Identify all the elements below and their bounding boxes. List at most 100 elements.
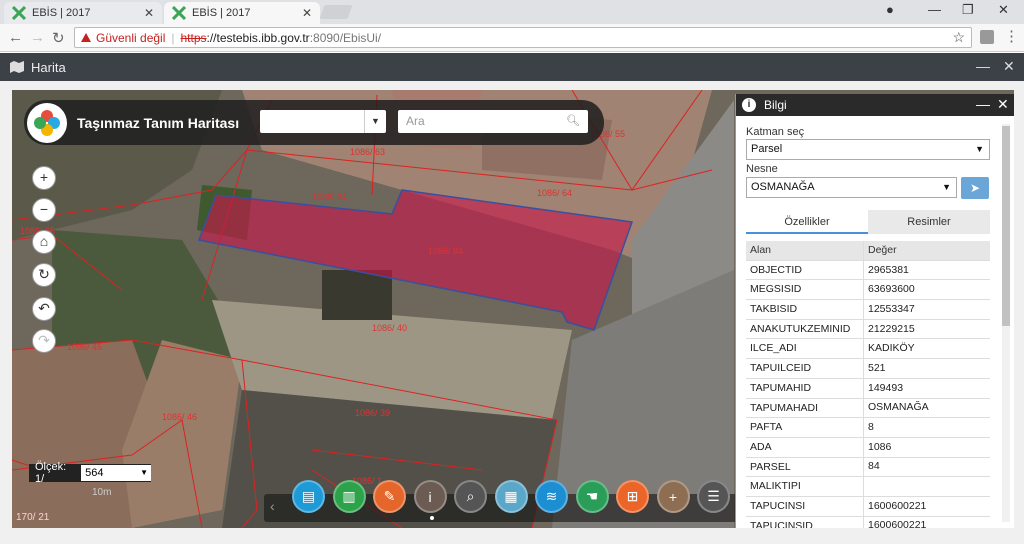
map-tool-button[interactable]: ▦ <box>494 480 528 513</box>
security-warning[interactable]: Güvenli değil <box>81 31 165 45</box>
dock-prev-icon[interactable]: ‹ <box>270 498 275 514</box>
undo-icon: ↶ <box>38 300 50 316</box>
redo-button[interactable]: ↷ <box>32 329 56 353</box>
browser-tab-1[interactable]: EBİS | 2017 ✕ <box>4 2 162 24</box>
layer-dropdown[interactable]: ▼ <box>260 110 386 133</box>
zoom-in-button[interactable]: + <box>32 166 56 190</box>
scale-value: 564 <box>85 467 104 479</box>
scrollbar-thumb[interactable] <box>1002 126 1010 326</box>
table-row: TAKBISID 12553347 <box>746 300 990 320</box>
object-select-label: Nesne <box>746 163 778 175</box>
extension-icon[interactable] <box>980 30 994 44</box>
search-icon[interactable]: 🔍︎ <box>566 110 580 133</box>
table-header: Alan Değer <box>746 241 990 261</box>
table-row: TAPUMAHADI OSMANAĞA <box>746 398 990 419</box>
browser-tab-2[interactable]: EBİS | 2017 ✕ <box>164 2 320 24</box>
minimize-window-icon[interactable]: — <box>928 2 941 17</box>
tag-tool-icon: ✎ <box>383 488 396 504</box>
home-icon: ⌂ <box>39 233 49 249</box>
document-tool-icon: ▤ <box>301 488 316 504</box>
undo-button[interactable]: ↶ <box>32 297 56 321</box>
close-tab-icon[interactable]: ✕ <box>144 6 154 20</box>
app-header: Harita — ✕ <box>0 53 1024 81</box>
profile-icon[interactable]: ● <box>886 2 894 17</box>
refresh-button[interactable]: ↻ <box>32 263 56 287</box>
field-value: 2965381 <box>868 263 909 276</box>
tag-tool-button[interactable]: ✎ <box>373 480 406 513</box>
layers-tool-button[interactable]: ≋ <box>535 480 568 513</box>
home-button[interactable]: ⌂ <box>32 230 56 254</box>
field-name: PARSEL <box>746 457 864 477</box>
separator: | <box>171 30 175 45</box>
select-tool-button[interactable]: ☚ <box>575 480 609 513</box>
app-header-title: Harita <box>31 59 66 75</box>
redo-icon: ↷ <box>38 332 50 348</box>
parcel-label: 1086/ 84 <box>428 246 464 256</box>
map-search-input[interactable]: Ara 🔍︎ <box>398 110 588 133</box>
restore-window-icon[interactable]: ❐ <box>962 2 974 18</box>
layer-select-label: Katman seç <box>746 126 805 138</box>
parcel-label: 1086/ 34 <box>312 192 348 202</box>
tab-images[interactable]: Resimler <box>868 210 990 234</box>
layer-select[interactable]: Parsel ▼ <box>746 139 990 160</box>
table-row: ILCE_ADI KADIKÖY <box>746 339 990 360</box>
building-tool-icon: ▥ <box>342 488 356 504</box>
field-value: 1086 <box>868 440 892 453</box>
field-value: 521 <box>868 361 886 374</box>
tool-dock: ‹ ▤▥✎i⌕▦≋☚⊞+☰ › <box>264 480 766 522</box>
forward-icon[interactable]: → <box>30 29 45 46</box>
list-tool-button[interactable]: ☰ <box>697 480 730 513</box>
url-path: :8090/EbisUi/ <box>309 30 382 45</box>
back-icon[interactable]: ← <box>8 29 23 46</box>
chevron-down-icon: ▼ <box>942 182 951 192</box>
scale-dropdown[interactable]: 564 ▼ <box>81 465 151 481</box>
close-window-icon[interactable]: ✕ <box>998 2 1009 18</box>
crosshair-tool-button[interactable]: + <box>656 480 690 513</box>
table-row: OBJECTID 2965381 <box>746 260 990 281</box>
reload-icon[interactable]: ↻ <box>52 29 65 47</box>
add-tool-button[interactable]: ⊞ <box>616 480 649 513</box>
bookmark-star-icon[interactable]: ☆ <box>952 29 965 46</box>
menu-icon[interactable]: ⋮ <box>1004 27 1019 45</box>
search-placeholder: Ara <box>406 114 425 128</box>
object-select[interactable]: OSMANAĞA ▼ <box>746 177 957 198</box>
chevron-down-icon: ▼ <box>140 468 148 477</box>
table-row: TAPUCINSID 1600600221 <box>746 516 990 528</box>
info-tabs: Özellikler Resimler <box>746 210 990 234</box>
close-tab-icon[interactable]: ✕ <box>302 6 312 20</box>
ebis-favicon <box>171 5 187 21</box>
map-title-bar: Taşınmaz Tanım Haritası ▼ Ara 🔍︎ <box>24 100 604 145</box>
ebis-favicon <box>11 5 27 21</box>
minimize-panel-icon[interactable]: — <box>976 58 990 74</box>
info-tool-button[interactable]: i <box>413 480 447 513</box>
layer-select-value: Parsel <box>751 143 783 155</box>
add-tool-icon: ⊞ <box>626 488 639 504</box>
tab-title: EBİS | 2017 <box>32 7 91 19</box>
column-header-value: Değer <box>868 243 897 256</box>
crosshair-tool-icon: + <box>668 488 678 505</box>
field-name: MEGSISID <box>746 280 864 300</box>
minimize-info-icon[interactable]: — <box>976 96 990 112</box>
building-tool-button[interactable]: ▥ <box>332 480 366 513</box>
zoom-out-button[interactable]: − <box>32 198 56 222</box>
chevron-down-icon: ▼ <box>364 110 386 133</box>
column-header-field: Alan <box>746 241 864 260</box>
field-value: 21229215 <box>868 322 915 335</box>
address-bar[interactable]: Güvenli değil | https://testebis.ibb.gov… <box>74 27 972 48</box>
info-scrollbar[interactable] <box>1002 124 1010 522</box>
parcel-label: 1086/ 39 <box>355 408 391 418</box>
close-panel-icon[interactable]: ✕ <box>1003 58 1015 75</box>
new-tab-button[interactable] <box>319 5 353 19</box>
document-tool-button[interactable]: ▤ <box>292 480 325 513</box>
field-value: 8 <box>868 421 874 434</box>
search-map-tool-button[interactable]: ⌕ <box>454 480 487 513</box>
tab-properties[interactable]: Özellikler <box>746 210 868 234</box>
close-info-icon[interactable]: ✕ <box>997 96 1009 113</box>
warning-icon <box>81 33 91 42</box>
info-tool-icon: i <box>428 488 432 505</box>
field-name: ADA <box>746 437 864 457</box>
locate-button[interactable]: ➤ <box>961 177 989 199</box>
field-name: PAFTA <box>746 418 864 437</box>
field-name: ILCE_ADI <box>746 339 864 359</box>
field-name: TAPUCINSI <box>746 496 864 516</box>
